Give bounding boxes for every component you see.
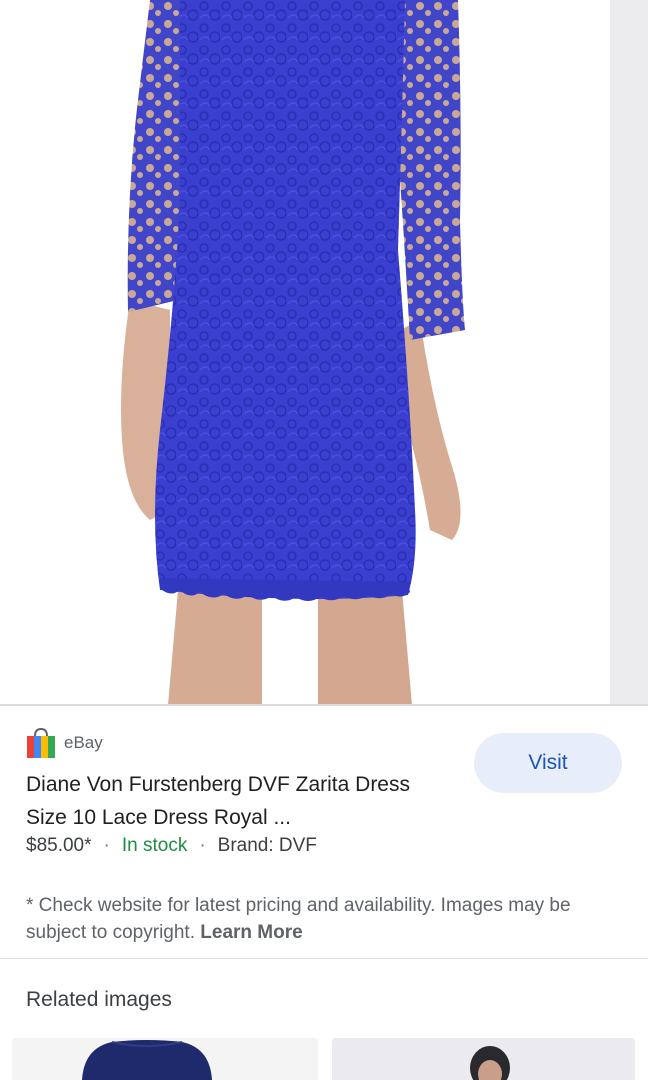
section-divider — [0, 958, 648, 959]
related-model-image — [470, 1046, 510, 1080]
dress-illustration — [121, 0, 465, 705]
related-dress-image — [82, 1040, 212, 1080]
image-divider — [0, 704, 648, 706]
product-image[interactable] — [0, 0, 648, 705]
product-brand: Brand: DVF — [217, 835, 317, 856]
visit-button[interactable]: Visit — [474, 733, 622, 793]
product-meta-row: $85.00* · In stock · Brand: DVF — [26, 832, 317, 860]
source-row[interactable]: eBay — [26, 727, 103, 759]
related-image-thumbnail[interactable] — [12, 1038, 318, 1080]
related-images-heading: Related images — [26, 988, 172, 1011]
disclaimer-text: * Check website for latest pricing and a… — [26, 892, 616, 946]
product-title[interactable]: Diane Von Furstenberg DVF Zarita Dress S… — [26, 768, 426, 834]
shopping-bag-icon — [27, 727, 55, 758]
learn-more-link[interactable]: Learn More — [200, 922, 302, 943]
related-image-thumbnail[interactable] — [332, 1038, 635, 1080]
product-price: $85.00* — [26, 835, 92, 856]
source-name: eBay — [64, 733, 103, 752]
meta-separator: · — [103, 835, 110, 856]
stock-status: In stock — [121, 835, 188, 856]
meta-separator: · — [199, 835, 206, 856]
